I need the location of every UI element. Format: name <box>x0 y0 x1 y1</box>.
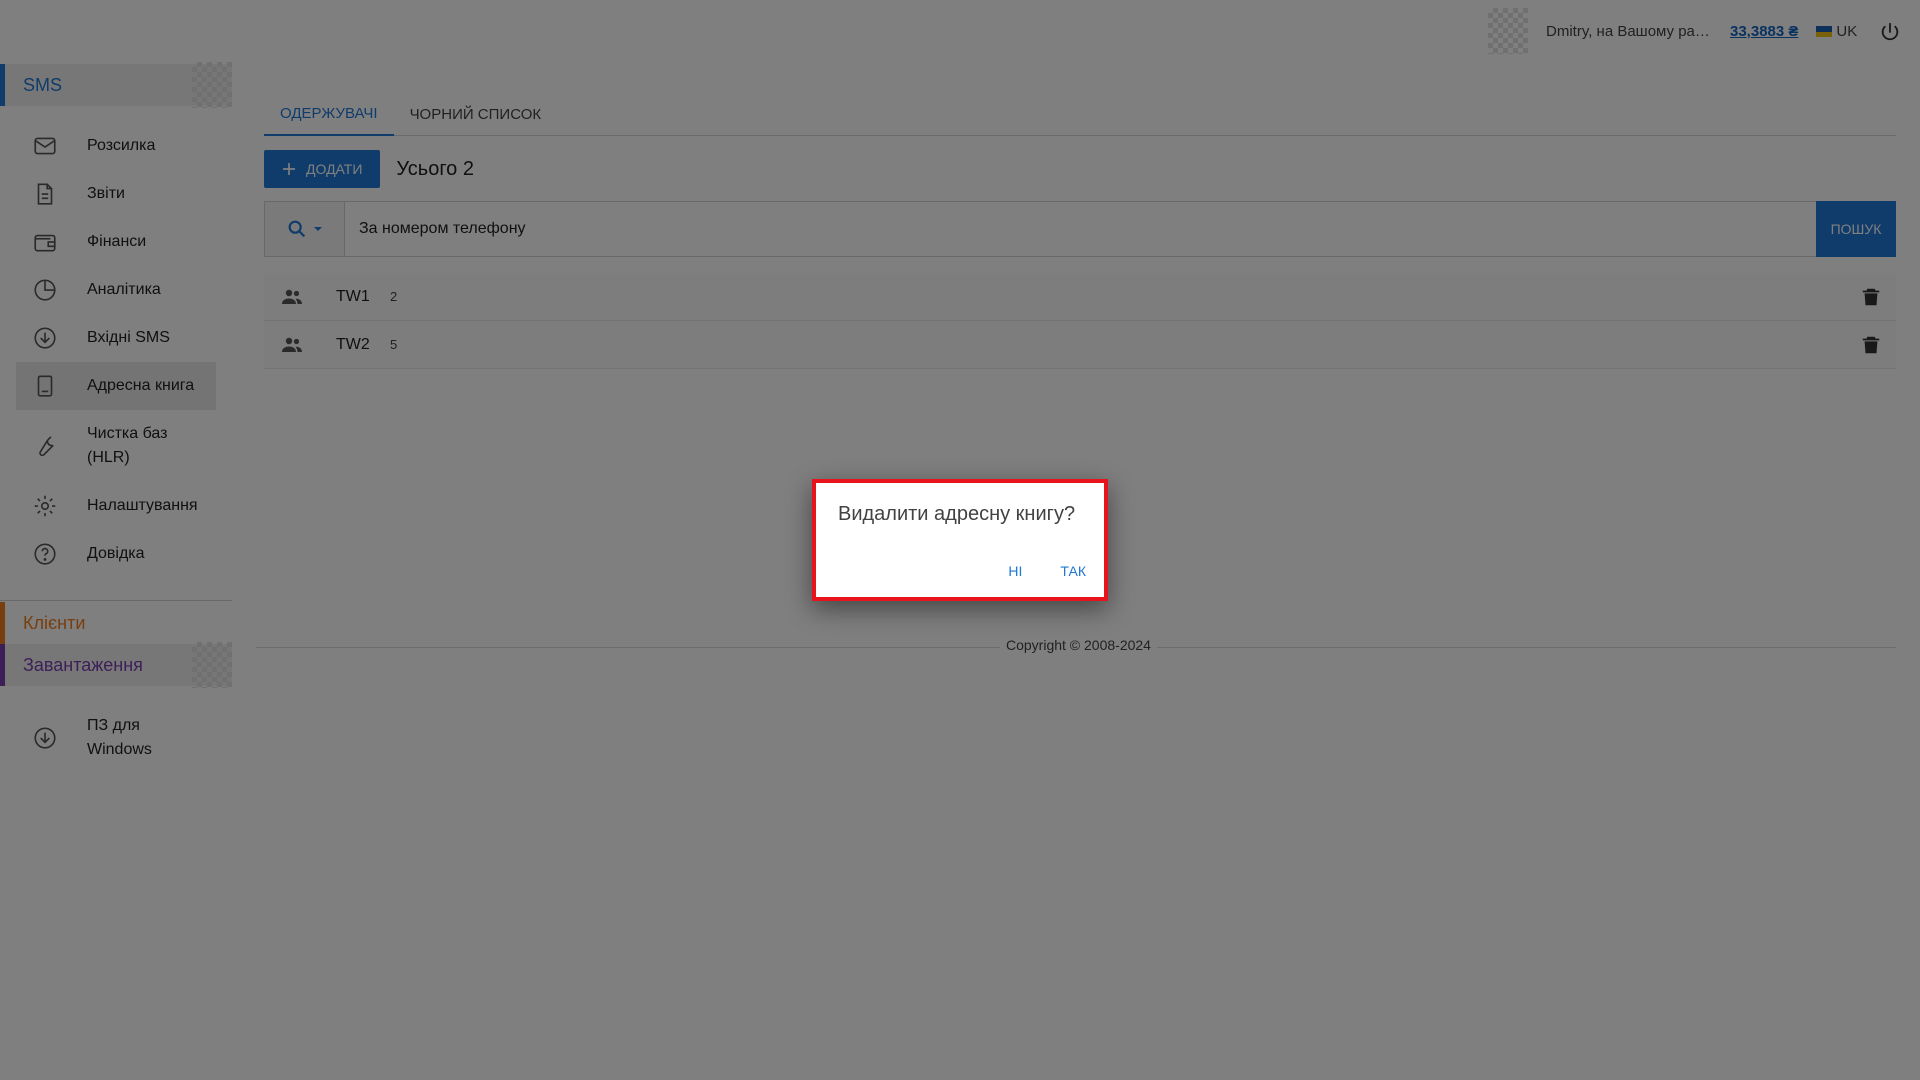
dialog-title: Видалити адресну книгу? <box>838 503 1076 525</box>
dialog-yes-button[interactable]: Так <box>1056 561 1090 581</box>
dialog-no-button[interactable]: Ні <box>1004 561 1026 581</box>
delete-confirm-dialog: Видалити адресну книгу? Ні Так <box>812 479 1108 601</box>
dialog-actions: Ні Так <box>1004 561 1090 581</box>
